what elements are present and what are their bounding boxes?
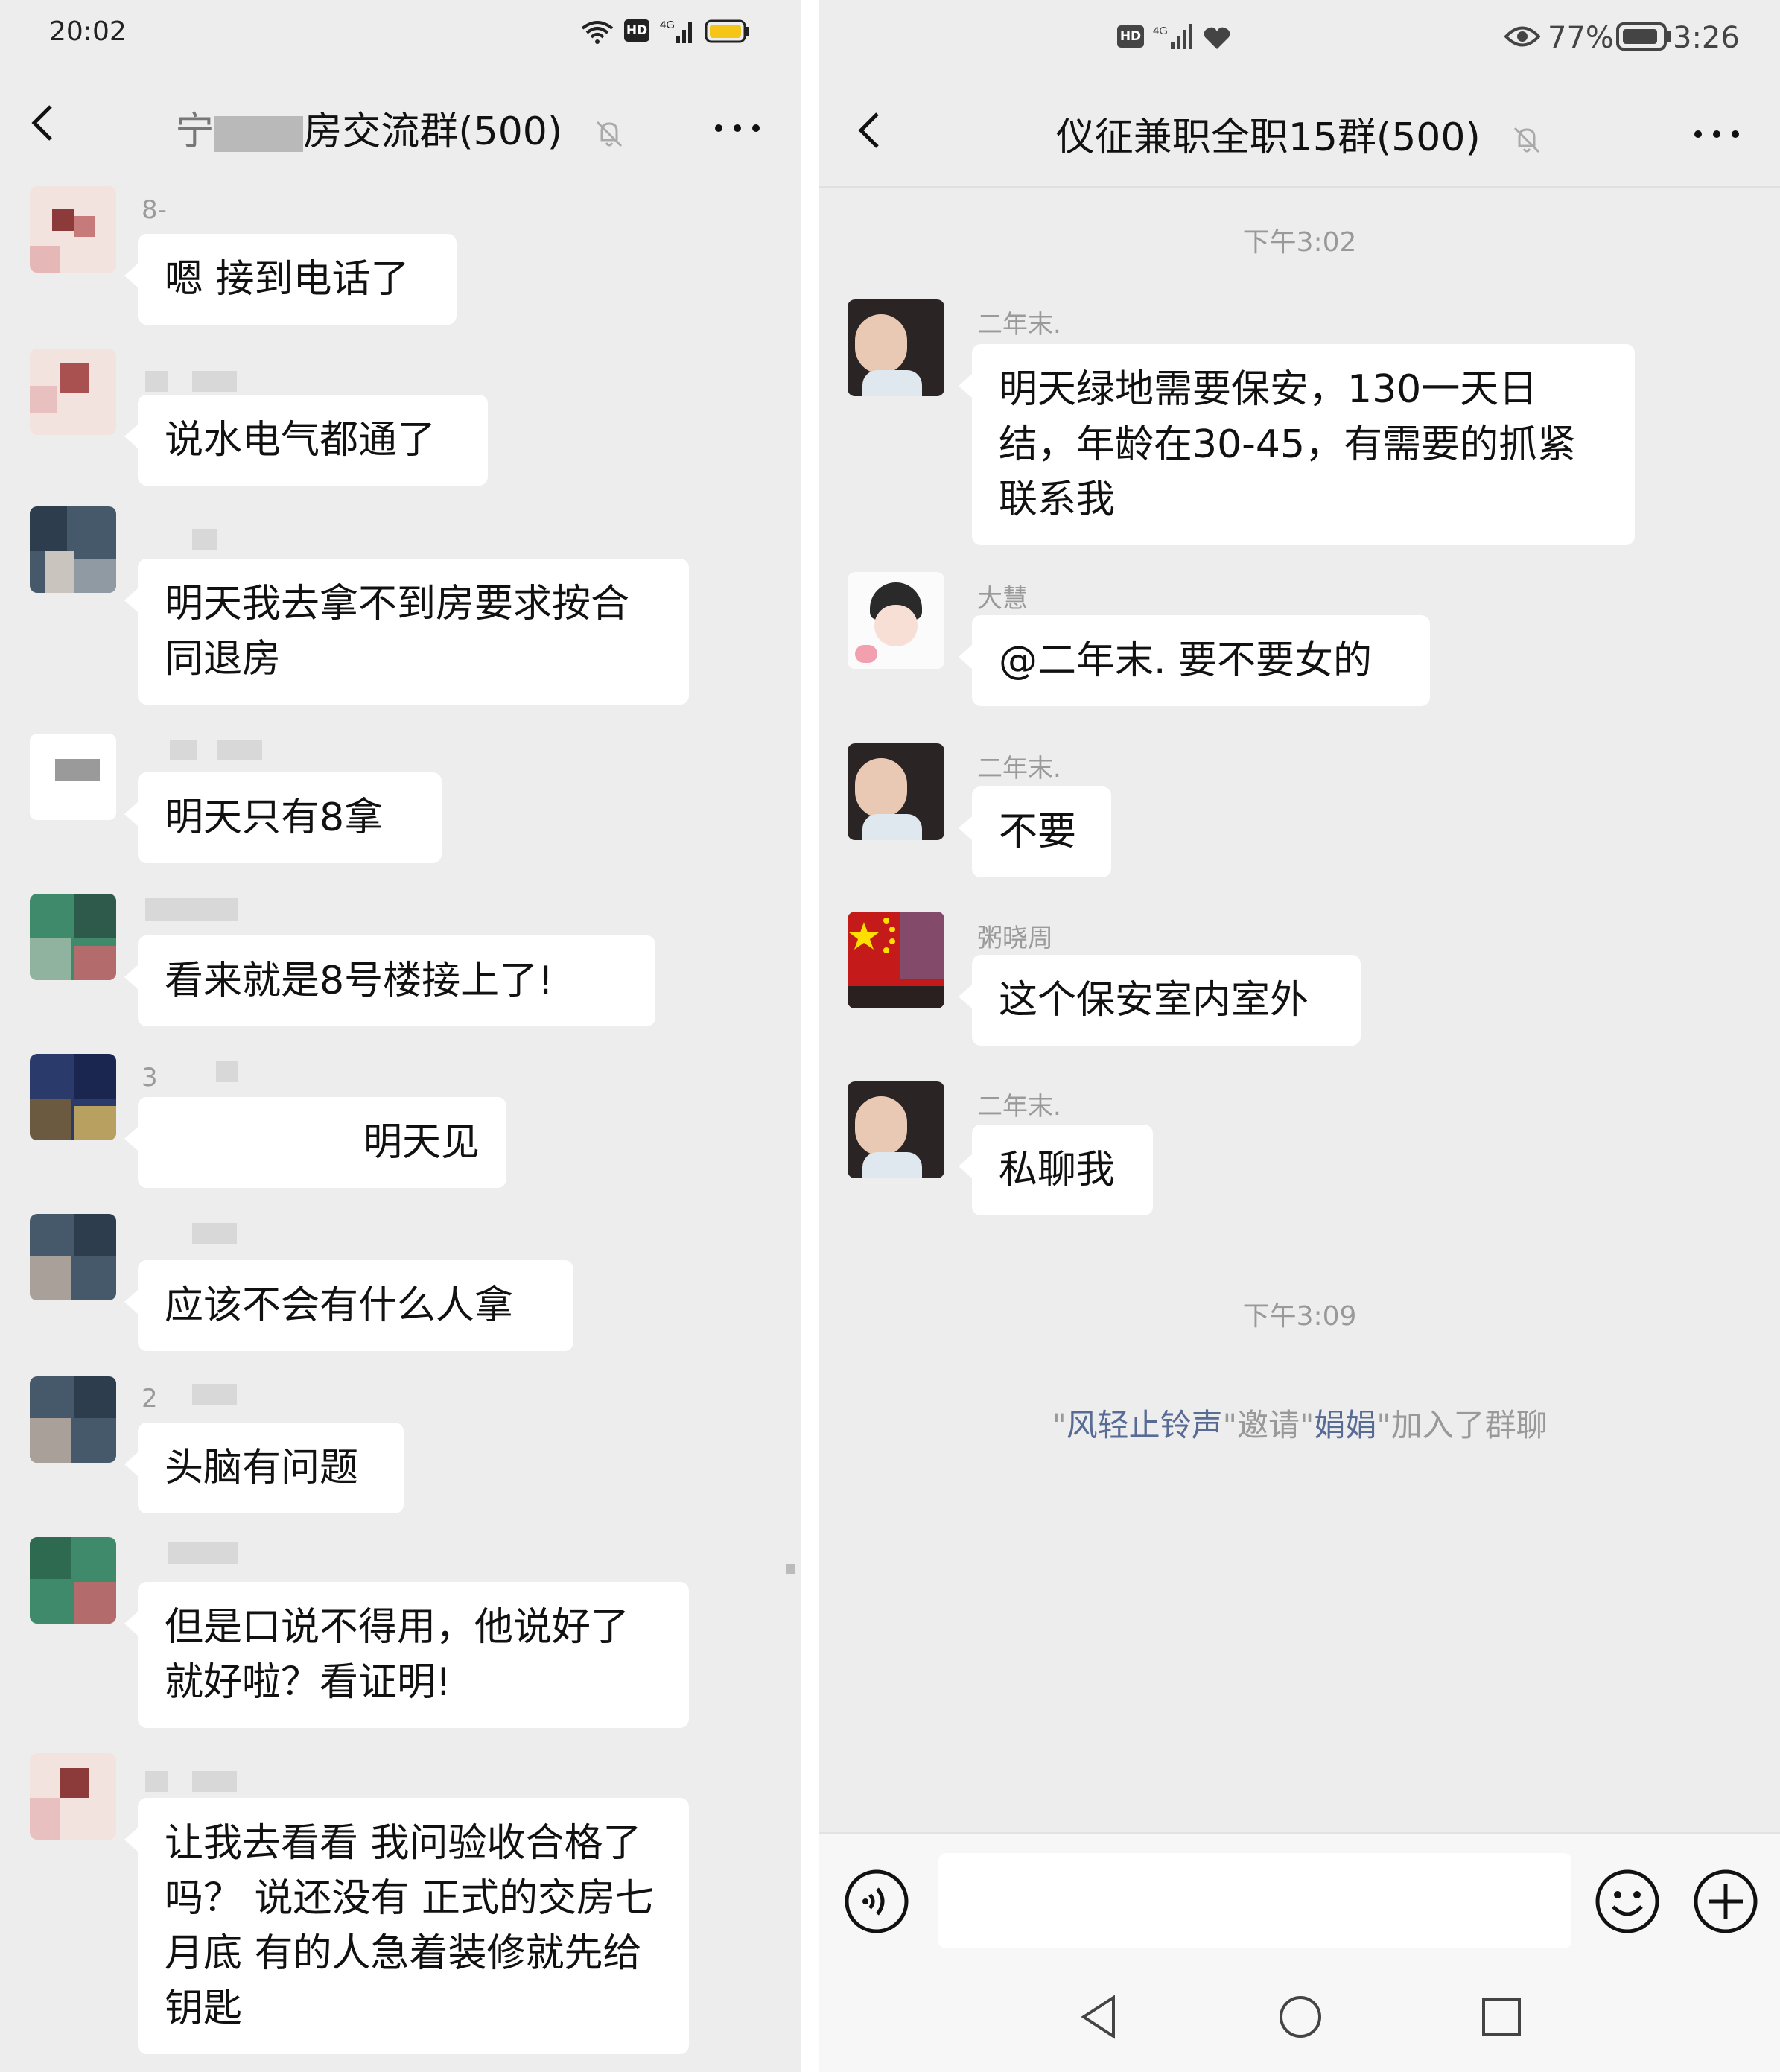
title-prefix: 宁 xyxy=(175,109,214,154)
signal-icon: 4G xyxy=(660,19,692,43)
eye-icon xyxy=(1504,26,1540,47)
message-bubble[interactable]: 不要 xyxy=(959,786,1111,877)
name-blur xyxy=(168,1542,238,1564)
sender-name: 二年末. xyxy=(977,310,1061,340)
hd-badge: HD xyxy=(624,19,649,42)
time-separator: 下午3:09 xyxy=(1242,1301,1357,1332)
title-blur xyxy=(214,116,304,152)
name-blur xyxy=(192,529,217,550)
message-bubble[interactable]: 说水电气都通了 xyxy=(124,395,488,486)
input-bar xyxy=(819,1832,1780,1968)
status-bar: 20:02 HD 4G xyxy=(0,0,801,67)
page-title: 仪征兼职全职15群(500) xyxy=(819,106,1780,162)
avatar[interactable] xyxy=(30,734,116,820)
name-blur xyxy=(145,371,168,392)
flag-icon xyxy=(848,912,944,1008)
avatar[interactable] xyxy=(848,743,944,840)
avatar[interactable] xyxy=(848,299,944,396)
left-chat-screen: 20:02 HD 4G 宁 房交流群(500) 8- 嗯 接到电话了 说水电气都通… xyxy=(0,0,801,2072)
avatar[interactable] xyxy=(30,894,116,980)
title-text: 房交流群(500) xyxy=(303,109,563,154)
svg-text:4G: 4G xyxy=(1153,25,1168,37)
nav-recents-icon[interactable] xyxy=(1479,1995,1524,2039)
avatar[interactable] xyxy=(30,349,116,435)
name-blur xyxy=(216,1061,238,1082)
message-bubble[interactable]: 看来就是8号楼接上了! xyxy=(124,935,655,1026)
name-blur xyxy=(192,1384,237,1405)
avatar[interactable] xyxy=(30,186,116,273)
avatar[interactable] xyxy=(848,572,944,669)
message-bubble[interactable]: 头脑有问题 xyxy=(124,1423,404,1513)
message-input[interactable] xyxy=(938,1853,1571,1948)
heart-icon xyxy=(1204,27,1230,49)
name-blur xyxy=(192,1771,237,1792)
message-bubble[interactable]: @二年末. 要不要女的 xyxy=(959,615,1430,706)
message-bubble[interactable]: 明天我去拿不到房要求按合同退房 xyxy=(124,559,689,705)
inviter-link[interactable]: 风轻止铃声 xyxy=(1067,1407,1223,1443)
panel-divider xyxy=(801,0,819,2072)
message-bubble[interactable]: 让我去看看 我问验收合格了吗？ 说还没有 正式的交房七月底 有的人急着装修就先给… xyxy=(124,1798,689,2054)
battery-icon xyxy=(705,19,749,43)
system-nav-bar xyxy=(819,1966,1780,2072)
scroll-indicator[interactable] xyxy=(786,1564,795,1574)
avatar[interactable] xyxy=(30,506,116,593)
nav-back-icon[interactable] xyxy=(1076,1993,1121,2041)
signal-icon: 4G xyxy=(1153,24,1192,49)
avatar[interactable] xyxy=(30,1054,116,1140)
battery-percent: 77% xyxy=(1548,21,1614,55)
voice-toggle-icon[interactable] xyxy=(843,1868,910,1935)
emoji-icon[interactable] xyxy=(1594,1868,1661,1935)
name-blur xyxy=(170,740,197,760)
name-blur xyxy=(217,740,262,760)
message-bubble[interactable]: 明天只有8拿 xyxy=(124,772,442,863)
name-blur xyxy=(145,898,238,921)
battery-icon xyxy=(1616,22,1671,51)
name-blur xyxy=(192,1223,237,1244)
system-message: "风轻止铃声"邀请"娟娟"加入了群聊 xyxy=(1052,1407,1548,1443)
mute-bell-icon xyxy=(596,121,622,147)
sender-name: 2 xyxy=(142,1384,158,1414)
page-title: 宁 房交流群(500) xyxy=(0,100,801,156)
status-time: 3:26 xyxy=(1673,21,1740,55)
status-bar: HD 4G 77% 3:26 xyxy=(819,0,1780,67)
svg-text:4G: 4G xyxy=(660,19,675,31)
mute-bell-icon xyxy=(1514,127,1540,153)
avatar[interactable] xyxy=(30,1214,116,1300)
message-bubble[interactable]: 应该不会有什么人拿 xyxy=(124,1260,573,1351)
message-bubble[interactable]: 明天绿地需要保安，130一天日结，年龄在30-45，有需要的抓紧联系我 xyxy=(959,344,1635,545)
wifi-icon xyxy=(581,21,614,44)
right-chat-screen: HD 4G 77% 3:26 仪征兼职全职15群(500) 下午3:02 二年末… xyxy=(819,0,1780,2072)
avatar[interactable] xyxy=(848,1081,944,1178)
sender-name: 二年末. xyxy=(977,1092,1061,1122)
sender-name: 8- xyxy=(142,195,167,225)
message-bubble[interactable]: 嗯 接到电话了 xyxy=(124,234,457,325)
sender-name: 大慧 xyxy=(977,584,1028,614)
sender-name: 3 xyxy=(142,1063,158,1093)
sender-name: 二年末. xyxy=(977,754,1061,784)
message-bubble[interactable]: 私聊我 xyxy=(959,1125,1153,1215)
status-time: 20:02 xyxy=(49,16,127,47)
title-text: 仪征兼职全职15群(500) xyxy=(1055,115,1481,160)
avatar[interactable] xyxy=(848,912,944,1008)
more-options-icon[interactable] xyxy=(711,117,763,139)
avatar[interactable] xyxy=(30,1376,116,1463)
avatar[interactable] xyxy=(30,1753,116,1840)
avatar[interactable] xyxy=(30,1537,116,1624)
nav-home-icon[interactable] xyxy=(1277,1993,1324,2041)
right-header: 仪征兼职全职15群(500) xyxy=(819,82,1780,188)
name-blur xyxy=(145,1771,168,1792)
sender-name: 粥晓周 xyxy=(977,924,1053,953)
more-options-icon[interactable] xyxy=(1691,123,1743,145)
left-header: 宁 房交流群(500) xyxy=(0,82,801,171)
plus-icon[interactable] xyxy=(1692,1868,1759,1935)
message-bubble[interactable]: 但是口说不得用，他说好了就好啦？看证明! xyxy=(124,1582,689,1728)
message-bubble[interactable]: 明天见 xyxy=(124,1097,506,1188)
name-blur xyxy=(192,371,237,392)
message-bubble[interactable]: 这个保安室内室外 xyxy=(959,955,1361,1046)
time-separator: 下午3:02 xyxy=(1242,227,1357,258)
hd-badge: HD xyxy=(1117,25,1144,48)
invitee-link[interactable]: 娟娟 xyxy=(1314,1407,1376,1443)
